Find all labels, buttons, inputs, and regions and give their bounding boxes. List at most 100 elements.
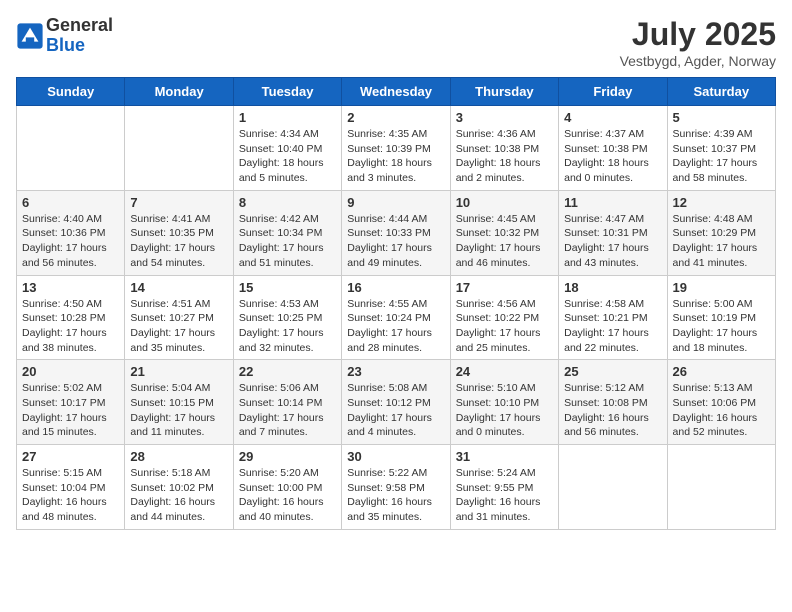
calendar-day-cell: 26 Sunrise: 5:13 AM Sunset: 10:06 PM Dayl… — [667, 360, 775, 445]
day-info: Sunrise: 5:08 AM Sunset: 10:12 PM Daylig… — [347, 381, 444, 440]
day-info: Sunrise: 5:04 AM Sunset: 10:15 PM Daylig… — [130, 381, 227, 440]
day-number: 25 — [564, 364, 661, 379]
calendar-day-cell: 6 Sunrise: 4:40 AM Sunset: 10:36 PM Dayli… — [17, 190, 125, 275]
day-number: 15 — [239, 280, 336, 295]
calendar-day-cell: 2 Sunrise: 4:35 AM Sunset: 10:39 PM Dayli… — [342, 106, 450, 191]
day-number: 7 — [130, 195, 227, 210]
day-number: 12 — [673, 195, 770, 210]
day-info: Sunrise: 5:24 AM Sunset: 9:55 PM Dayligh… — [456, 466, 553, 525]
day-info: Sunrise: 4:36 AM Sunset: 10:38 PM Daylig… — [456, 127, 553, 186]
calendar-day-cell: 27 Sunrise: 5:15 AM Sunset: 10:04 PM Dayl… — [17, 445, 125, 530]
calendar-day-cell: 24 Sunrise: 5:10 AM Sunset: 10:10 PM Dayl… — [450, 360, 558, 445]
calendar-day-cell: 21 Sunrise: 5:04 AM Sunset: 10:15 PM Dayl… — [125, 360, 233, 445]
calendar-day-cell: 17Sunrise: 4:56 AM Sunset: 10:22 PM Dayl… — [450, 275, 558, 360]
day-number: 1 — [239, 110, 336, 125]
day-of-week-header: Wednesday — [342, 78, 450, 106]
day-info: Sunrise: 5:10 AM Sunset: 10:10 PM Daylig… — [456, 381, 553, 440]
calendar-week-row: 6 Sunrise: 4:40 AM Sunset: 10:36 PM Dayli… — [17, 190, 776, 275]
day-info: Sunrise: 4:53 AM Sunset: 10:25 PM Daylig… — [239, 297, 336, 356]
logo: GeneralBlue — [16, 16, 113, 56]
day-number: 6 — [22, 195, 119, 210]
day-info: Sunrise: 4:35 AM Sunset: 10:39 PM Daylig… — [347, 127, 444, 186]
calendar-day-cell: 1Sunrise: 4:34 AM Sunset: 10:40 PM Dayli… — [233, 106, 341, 191]
calendar-day-cell: 18 Sunrise: 4:58 AM Sunset: 10:21 PM Dayl… — [559, 275, 667, 360]
day-number: 27 — [22, 449, 119, 464]
calendar-day-cell: 4 Sunrise: 4:37 AM Sunset: 10:38 PM Dayli… — [559, 106, 667, 191]
calendar-day-cell: 31Sunrise: 5:24 AM Sunset: 9:55 PM Dayli… — [450, 445, 558, 530]
day-info: Sunrise: 5:13 AM Sunset: 10:06 PM Daylig… — [673, 381, 770, 440]
day-number: 16 — [347, 280, 444, 295]
day-number: 20 — [22, 364, 119, 379]
day-info: Sunrise: 4:44 AM Sunset: 10:33 PM Daylig… — [347, 212, 444, 271]
day-info: Sunrise: 5:06 AM Sunset: 10:14 PM Daylig… — [239, 381, 336, 440]
day-number: 29 — [239, 449, 336, 464]
calendar-header-row: SundayMondayTuesdayWednesdayThursdayFrid… — [17, 78, 776, 106]
day-info: Sunrise: 4:42 AM Sunset: 10:34 PM Daylig… — [239, 212, 336, 271]
calendar-day-cell: 28Sunrise: 5:18 AM Sunset: 10:02 PM Dayl… — [125, 445, 233, 530]
calendar-day-cell — [17, 106, 125, 191]
day-info: Sunrise: 4:45 AM Sunset: 10:32 PM Daylig… — [456, 212, 553, 271]
day-info: Sunrise: 5:12 AM Sunset: 10:08 PM Daylig… — [564, 381, 661, 440]
day-info: Sunrise: 4:55 AM Sunset: 10:24 PM Daylig… — [347, 297, 444, 356]
day-number: 18 — [564, 280, 661, 295]
calendar-day-cell: 20 Sunrise: 5:02 AM Sunset: 10:17 PM Dayl… — [17, 360, 125, 445]
calendar-day-cell: 29 Sunrise: 5:20 AM Sunset: 10:00 PM Dayl… — [233, 445, 341, 530]
day-number: 26 — [673, 364, 770, 379]
day-info: Sunrise: 5:15 AM Sunset: 10:04 PM Daylig… — [22, 466, 119, 525]
day-number: 9 — [347, 195, 444, 210]
day-of-week-header: Saturday — [667, 78, 775, 106]
day-info: Sunrise: 4:41 AM Sunset: 10:35 PM Daylig… — [130, 212, 227, 271]
calendar-day-cell: 14 Sunrise: 4:51 AM Sunset: 10:27 PM Dayl… — [125, 275, 233, 360]
day-number: 5 — [673, 110, 770, 125]
day-info: Sunrise: 5:02 AM Sunset: 10:17 PM Daylig… — [22, 381, 119, 440]
day-info: Sunrise: 4:40 AM Sunset: 10:36 PM Daylig… — [22, 212, 119, 271]
calendar-day-cell: 5 Sunrise: 4:39 AM Sunset: 10:37 PM Dayli… — [667, 106, 775, 191]
day-number: 28 — [130, 449, 227, 464]
calendar-day-cell: 12Sunrise: 4:48 AM Sunset: 10:29 PM Dayl… — [667, 190, 775, 275]
day-info: Sunrise: 4:56 AM Sunset: 10:22 PM Daylig… — [456, 297, 553, 356]
day-of-week-header: Tuesday — [233, 78, 341, 106]
day-info: Sunrise: 4:47 AM Sunset: 10:31 PM Daylig… — [564, 212, 661, 271]
day-number: 19 — [673, 280, 770, 295]
calendar-day-cell: 23 Sunrise: 5:08 AM Sunset: 10:12 PM Dayl… — [342, 360, 450, 445]
logo-icon — [16, 22, 44, 50]
day-number: 3 — [456, 110, 553, 125]
calendar-day-cell: 30 Sunrise: 5:22 AM Sunset: 9:58 PM Dayli… — [342, 445, 450, 530]
calendar-day-cell: 16 Sunrise: 4:55 AM Sunset: 10:24 PM Dayl… — [342, 275, 450, 360]
day-info: Sunrise: 4:39 AM Sunset: 10:37 PM Daylig… — [673, 127, 770, 186]
day-number: 24 — [456, 364, 553, 379]
calendar-day-cell: 11 Sunrise: 4:47 AM Sunset: 10:31 PM Dayl… — [559, 190, 667, 275]
calendar-week-row: 27 Sunrise: 5:15 AM Sunset: 10:04 PM Dayl… — [17, 445, 776, 530]
day-number: 2 — [347, 110, 444, 125]
day-number: 11 — [564, 195, 661, 210]
day-info: Sunrise: 5:20 AM Sunset: 10:00 PM Daylig… — [239, 466, 336, 525]
subtitle: Vestbygd, Agder, Norway — [620, 53, 776, 69]
day-number: 30 — [347, 449, 444, 464]
calendar-day-cell: 8Sunrise: 4:42 AM Sunset: 10:34 PM Dayli… — [233, 190, 341, 275]
calendar-day-cell: 19Sunrise: 5:00 AM Sunset: 10:19 PM Dayl… — [667, 275, 775, 360]
day-info: Sunrise: 5:22 AM Sunset: 9:58 PM Dayligh… — [347, 466, 444, 525]
day-info: Sunrise: 4:58 AM Sunset: 10:21 PM Daylig… — [564, 297, 661, 356]
day-number: 13 — [22, 280, 119, 295]
calendar-week-row: 20 Sunrise: 5:02 AM Sunset: 10:17 PM Dayl… — [17, 360, 776, 445]
day-number: 10 — [456, 195, 553, 210]
day-of-week-header: Thursday — [450, 78, 558, 106]
page-header: GeneralBlue July 2025 Vestbygd, Agder, N… — [16, 16, 776, 69]
day-of-week-header: Sunday — [17, 78, 125, 106]
day-number: 23 — [347, 364, 444, 379]
calendar-week-row: 13Sunrise: 4:50 AM Sunset: 10:28 PM Dayl… — [17, 275, 776, 360]
title-block: July 2025 Vestbygd, Agder, Norway — [620, 16, 776, 69]
day-info: Sunrise: 4:51 AM Sunset: 10:27 PM Daylig… — [130, 297, 227, 356]
day-number: 4 — [564, 110, 661, 125]
day-number: 21 — [130, 364, 227, 379]
day-info: Sunrise: 4:37 AM Sunset: 10:38 PM Daylig… — [564, 127, 661, 186]
day-of-week-header: Monday — [125, 78, 233, 106]
calendar-day-cell: 10 Sunrise: 4:45 AM Sunset: 10:32 PM Dayl… — [450, 190, 558, 275]
calendar-day-cell: 22Sunrise: 5:06 AM Sunset: 10:14 PM Dayl… — [233, 360, 341, 445]
calendar-day-cell — [125, 106, 233, 191]
day-number: 14 — [130, 280, 227, 295]
calendar-day-cell: 13Sunrise: 4:50 AM Sunset: 10:28 PM Dayl… — [17, 275, 125, 360]
month-title: July 2025 — [620, 16, 776, 53]
logo-text: GeneralBlue — [46, 16, 113, 56]
calendar-day-cell: 25 Sunrise: 5:12 AM Sunset: 10:08 PM Dayl… — [559, 360, 667, 445]
